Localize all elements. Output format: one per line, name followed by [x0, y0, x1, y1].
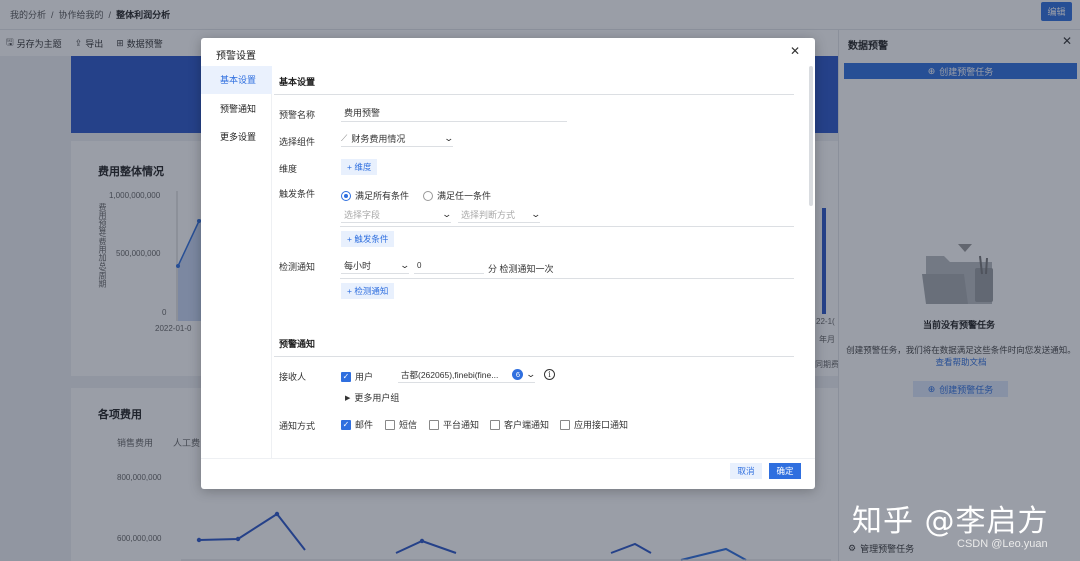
scrollbar-thumb[interactable]: [809, 66, 813, 206]
area-chart-icon: ⟋: [341, 133, 348, 143]
checkbox-checked-icon: ✓: [341, 371, 351, 382]
section-alert-notification: 预警通知: [279, 339, 316, 349]
field-select-placeholder: 选择字段: [344, 210, 381, 220]
trigger-label: 触发条件: [279, 189, 316, 199]
more-user-groups-label: 更多用户组: [354, 393, 400, 403]
radio-any-condition[interactable]: 满足任一条件: [423, 189, 491, 202]
method-sms-checkbox[interactable]: 短信: [385, 418, 417, 431]
dimension-label: 维度: [279, 164, 298, 174]
checkbox-icon: [429, 419, 439, 430]
dialog-footer: [201, 458, 815, 489]
user-checkbox-label: 用户: [355, 372, 374, 382]
method-client-label: 客户端通知: [504, 420, 550, 430]
chevron-down-icon: ⌄: [399, 260, 411, 270]
zhihu-watermark: 知乎 @李启方: [852, 504, 1049, 539]
method-sms-label: 短信: [399, 420, 418, 430]
component-select[interactable]: ⟋ 财务费用情况 ⌄: [341, 131, 455, 147]
info-icon[interactable]: i: [544, 369, 555, 380]
checkbox-icon: [385, 419, 395, 430]
checkbox-icon: [490, 419, 500, 430]
add-check-notify-button[interactable]: + 检测通知: [341, 283, 395, 299]
method-email-checkbox[interactable]: ✓ 邮件: [341, 418, 373, 431]
chevron-down-icon: ⌄: [441, 209, 453, 219]
alert-name-input[interactable]: 费用预警: [341, 106, 567, 122]
radio-selected: [341, 190, 351, 201]
check-frequency-select[interactable]: 每小时 ⌄: [341, 258, 411, 274]
row-divider: [340, 278, 794, 279]
method-client-checkbox[interactable]: 客户端通知: [490, 418, 549, 431]
more-user-groups-toggle[interactable]: ▶ 更多用户组: [345, 391, 399, 404]
section-basic-settings: 基本设置: [279, 77, 316, 87]
radio-all-conditions[interactable]: 满足所有条件: [341, 189, 409, 202]
add-trigger-button[interactable]: + 触发条件: [341, 231, 395, 247]
row-divider: [340, 226, 794, 227]
section-divider: [274, 94, 794, 95]
receiver-select-value: 古都(262065),finebi(fine...: [401, 369, 499, 380]
user-checkbox[interactable]: ✓ 用户: [341, 370, 373, 383]
cancel-button[interactable]: 取消: [730, 463, 762, 479]
nav-more-settings[interactable]: 更多设置: [201, 123, 272, 151]
nav-basic-settings[interactable]: 基本设置: [201, 66, 272, 94]
method-platform-checkbox[interactable]: 平台通知: [429, 418, 479, 431]
csdn-watermark: CSDN @Leo.yuan: [957, 538, 1048, 550]
caret-right-icon: ▶: [345, 394, 351, 402]
radio-all-label: 满足所有条件: [355, 191, 410, 201]
check-suffix-text: 分 检测通知一次: [488, 264, 554, 274]
judge-select[interactable]: 选择判断方式 ⌄: [458, 207, 542, 223]
method-api-checkbox[interactable]: 应用接口通知: [560, 418, 628, 431]
check-minute-input[interactable]: 0: [414, 258, 484, 274]
radio-unselected: [423, 190, 433, 201]
close-icon[interactable]: ✕: [790, 44, 800, 58]
check-frequency-value: 每小时: [344, 261, 372, 271]
receiver-select[interactable]: 古都(262065),finebi(fine... 6 ⌄: [398, 367, 537, 383]
checkbox-checked-icon: ✓: [341, 419, 351, 430]
chevron-down-icon: ⌄: [443, 133, 455, 143]
dialog-title: 预警设置: [216, 51, 256, 62]
checkbox-icon: [560, 419, 570, 430]
field-select[interactable]: 选择字段 ⌄: [341, 207, 453, 223]
receiver-count-badge: 6: [512, 369, 524, 380]
add-dimension-button[interactable]: + 维度: [341, 159, 378, 175]
alert-name-label: 预警名称: [279, 110, 316, 120]
section-divider: [274, 356, 794, 357]
check-notify-label: 检测通知: [279, 262, 316, 272]
confirm-button[interactable]: 确定: [769, 463, 801, 479]
method-email-label: 邮件: [355, 420, 374, 430]
chevron-down-icon: ⌄: [525, 369, 537, 379]
notify-method-label: 通知方式: [279, 421, 316, 431]
receiver-label: 接收人: [279, 372, 307, 382]
radio-any-label: 满足任一条件: [437, 191, 492, 201]
method-api-label: 应用接口通知: [574, 420, 629, 430]
chevron-down-icon: ⌄: [530, 209, 542, 219]
nav-alert-notification[interactable]: 预警通知: [201, 95, 272, 123]
judge-select-placeholder: 选择判断方式: [461, 210, 516, 220]
component-select-value: 财务费用情况: [351, 134, 406, 144]
method-platform-label: 平台通知: [443, 420, 480, 430]
component-label: 选择组件: [279, 137, 316, 147]
